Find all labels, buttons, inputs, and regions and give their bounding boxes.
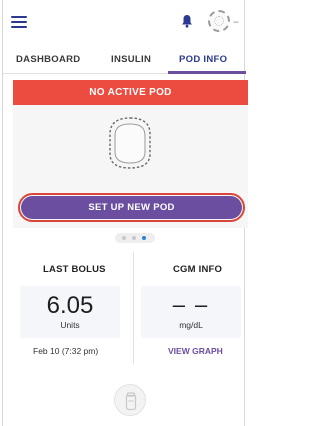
set-up-new-pod-button[interactable]: SET UP NEW POD (21, 196, 242, 219)
page-indicator (115, 233, 155, 243)
insulin-vial-icon (125, 392, 137, 411)
cgm-info-card: – – mg/dL (141, 286, 241, 338)
page-dot[interactable] (122, 236, 126, 240)
page-dot[interactable] (132, 236, 136, 240)
bolus-button[interactable] (114, 384, 146, 416)
info-section: LAST BOLUS 6.05 Units Feb 10 (7:32 pm) C… (3, 248, 244, 426)
tab-bar: DASHBOARD INSULIN POD INFO (3, 44, 246, 74)
signal-indicator: -- (233, 17, 239, 28)
last-bolus-card: 6.05 Units (20, 286, 120, 338)
tab-pod-info[interactable]: POD INFO (179, 54, 227, 65)
app-frame: -- DASHBOARD INSULIN POD INFO NO ACTIVE … (2, 0, 248, 426)
pod-panel: NO ACTIVE POD SET UP NEW POD (13, 80, 248, 228)
cgm-value: – – (172, 292, 210, 317)
last-bolus-unit: Units (60, 320, 80, 330)
no-active-pod-banner: NO ACTIVE POD (13, 80, 248, 105)
bell-icon[interactable] (181, 14, 193, 28)
pod-status-icon[interactable] (208, 10, 230, 32)
active-tab-indicator (168, 71, 246, 74)
tab-dashboard[interactable]: DASHBOARD (16, 54, 80, 65)
last-bolus-title: LAST BOLUS (43, 264, 106, 275)
cgm-unit: mg/dL (179, 320, 203, 330)
column-divider (133, 252, 134, 364)
hamburger-menu-icon[interactable] (11, 16, 27, 28)
view-graph-link[interactable]: VIEW GRAPH (168, 346, 223, 356)
last-bolus-date: Feb 10 (7:32 pm) (33, 346, 99, 356)
page-dot-active[interactable] (142, 236, 146, 240)
cgm-info-title: CGM INFO (173, 264, 223, 275)
top-bar: -- (3, 0, 244, 42)
pod-outline-icon (109, 117, 151, 169)
tab-insulin[interactable]: INSULIN (111, 54, 151, 65)
last-bolus-value: 6.05 (46, 292, 94, 319)
